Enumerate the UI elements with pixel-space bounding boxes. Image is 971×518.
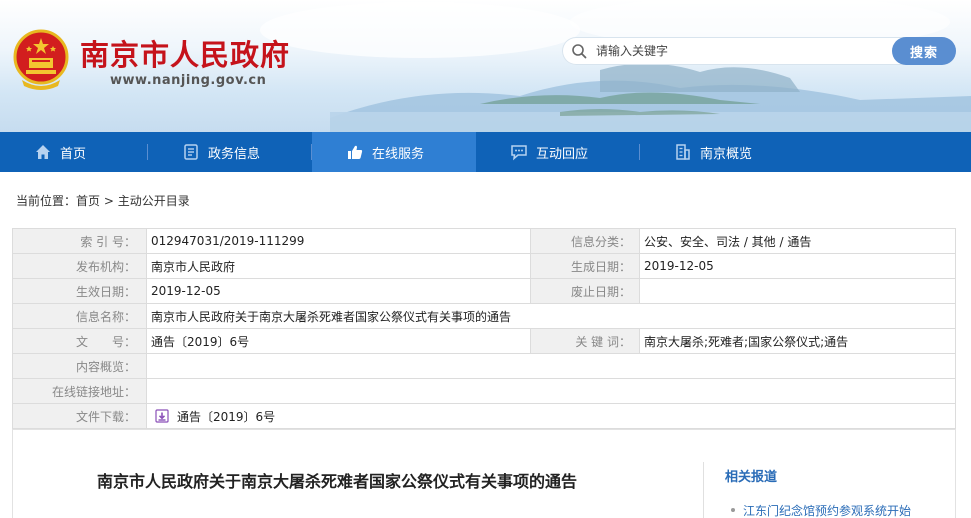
download-cell: 通告〔2019〕6号 [146,403,956,429]
category-value: 公安、安全、司法 / 其他 / 通告 [639,228,956,254]
site-header: 南京市人民政府 www.nanjing.gov.cn 搜索 [0,0,971,132]
effective-date-label: 生效日期： [12,278,147,304]
chat-icon [510,143,528,161]
keywords-value: 南京大屠杀;死难者;国家公祭仪式;通告 [639,328,956,354]
download-label: 文件下载： [12,403,147,429]
search-button[interactable]: 搜索 [892,37,956,65]
online-link-label: 在线链接地址： [12,378,147,404]
table-row: 文 号： 通告〔2019〕6号 关 键 词： 南京大屠杀;死难者;国家公祭仪式;… [12,328,956,354]
nav-item-nanjing-overview[interactable]: 南京概览 [640,132,804,172]
abolished-date-label: 废止日期： [530,278,640,304]
table-row: 索 引 号： 012947031/2019-111299 信息分类： 公安、安全… [12,228,956,254]
index-no-label: 索 引 号： [12,228,147,254]
nav-label: 在线服务 [372,146,425,162]
effective-date-value: 2019-12-05 [146,278,531,304]
document-icon [182,143,200,161]
download-icon[interactable] [155,408,169,423]
doc-no-label: 文 号： [12,328,147,354]
doc-no-value: 通告〔2019〕6号 [146,328,531,354]
publisher-label: 发布机构： [12,253,147,279]
keywords-label: 关 键 词： [530,328,640,354]
table-row: 发布机构： 南京市人民政府 生成日期： 2019-12-05 [12,253,956,279]
breadcrumb-prefix: 当前位置： [16,194,77,208]
table-row: 在线链接地址： [12,378,956,404]
abolished-date-value [639,278,956,304]
related-report-item[interactable]: 江东门纪念馆预约参观系统开始 [731,502,911,518]
nav-label: 互动回应 [536,146,589,162]
breadcrumb-current-link[interactable]: 主动公开目录 [118,194,190,208]
table-row: 内容概览： [12,353,956,379]
info-name-value: 南京市人民政府关于南京大屠杀死难者国家公祭仪式有关事项的通告 [146,303,956,329]
breadcrumb-separator: > [100,194,118,208]
table-row: 文件下载： 通告〔2019〕6号 [12,403,956,429]
thumbs-up-icon [346,143,364,161]
publisher-value: 南京市人民政府 [146,253,531,279]
home-icon [34,143,52,161]
related-reports-title: 相关报道 [725,470,778,485]
created-date-value: 2019-12-05 [639,253,956,279]
summary-value [146,353,956,379]
table-row: 生效日期： 2019-12-05 废止日期： [12,278,956,304]
site-url: www.nanjing.gov.cn [110,73,267,88]
nav-item-home[interactable]: 首页 [0,132,148,172]
nav-label: 政务信息 [208,146,261,162]
nav-item-government-info[interactable]: 政务信息 [148,132,312,172]
breadcrumb: 当前位置：首页 > 主动公开目录 [16,192,190,209]
search-box: 搜索 [562,37,956,65]
document-metadata-table: 索 引 号： 012947031/2019-111299 信息分类： 公安、安全… [12,228,956,429]
nav-item-interaction[interactable]: 互动回应 [476,132,640,172]
sidebar-divider [703,462,704,518]
index-no-value: 012947031/2019-111299 [146,228,531,254]
created-date-label: 生成日期： [530,253,640,279]
site-title[interactable]: 南京市人民政府 [80,32,290,74]
search-icon [572,44,587,59]
nav-label: 首页 [60,146,87,162]
main-nav: 首页 政务信息 在线服务 互动回应 南京概览 [0,132,971,172]
download-file-link[interactable]: 通告〔2019〕6号 [177,410,275,424]
nav-label: 南京概览 [700,146,753,162]
online-link-value [146,378,956,404]
category-label: 信息分类： [530,228,640,254]
info-name-label: 信息名称： [12,303,147,329]
search-input[interactable] [596,40,896,62]
building-icon [674,143,692,161]
article-section: 南京市人民政府关于南京大屠杀死难者国家公祭仪式有关事项的通告 相关报道 江东门纪… [12,429,956,518]
bullet-icon [731,508,735,512]
national-emblem-icon [13,29,69,90]
table-row: 信息名称： 南京市人民政府关于南京大屠杀死难者国家公祭仪式有关事项的通告 [12,303,956,329]
article-title: 南京市人民政府关于南京大屠杀死难者国家公祭仪式有关事项的通告 [97,472,578,491]
breadcrumb-home-link[interactable]: 首页 [76,194,100,208]
related-report-link[interactable]: 江东门纪念馆预约参观系统开始 [743,504,911,518]
nav-item-online-service[interactable]: 在线服务 [312,132,476,172]
summary-label: 内容概览： [12,353,147,379]
